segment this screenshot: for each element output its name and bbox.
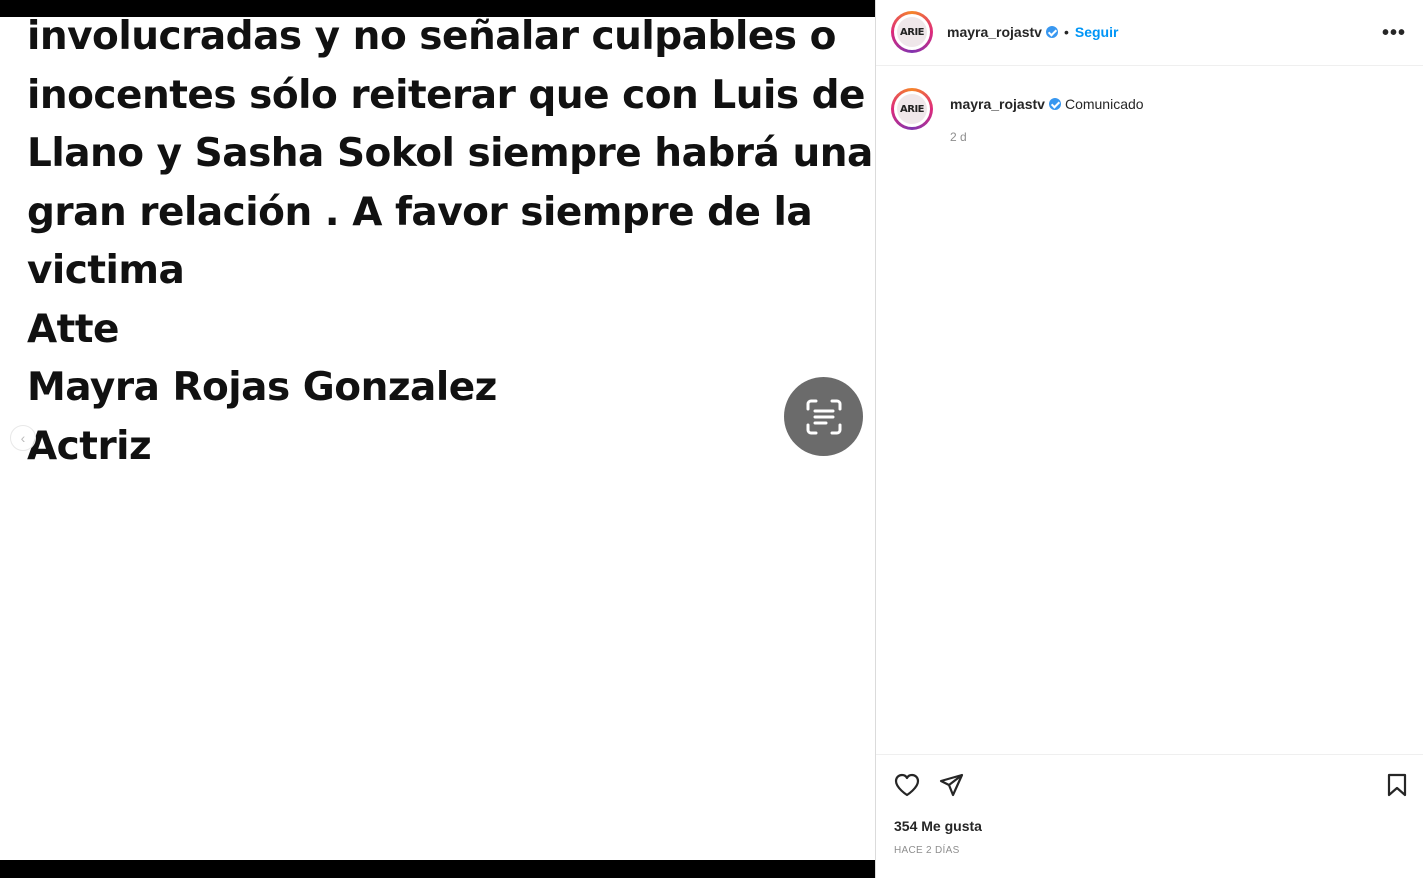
caption: mayra_rojastv Comunicado xyxy=(950,96,1144,112)
heart-icon xyxy=(894,773,920,797)
post-text-line: inocentes sólo reiterar que con Luis de xyxy=(27,72,866,118)
post-text-line: Llano y Sasha Sokol siempre habrá una xyxy=(27,131,873,176)
post-text-line: gran relación . A favor siempre de la xyxy=(27,189,813,235)
caption-avatar[interactable]: ARIE xyxy=(891,88,933,130)
post-text-line: involucradas y no señalar culpables o xyxy=(27,14,836,59)
post-header: ARIE mayra_rojastv • Seguir ••• xyxy=(876,0,1423,66)
share-icon xyxy=(939,773,964,797)
carousel-prev-button[interactable]: ‹ xyxy=(10,425,36,451)
post-text-line: Mayra Rojas Gonzalez xyxy=(27,365,497,410)
more-icon[interactable]: ••• xyxy=(1382,22,1406,45)
post-side-panel: ARIE mayra_rojastv • Seguir ••• ARIE mayra… xyxy=(875,0,1423,878)
chevron-left-icon: ‹ xyxy=(20,430,26,446)
like-button[interactable] xyxy=(894,773,920,802)
avatar-logo: ARIE xyxy=(897,94,927,124)
post-actions: 354 Me gusta HACE 2 DÍAS xyxy=(876,754,1423,878)
post-text-line: Atte xyxy=(27,306,119,352)
save-button[interactable] xyxy=(1386,773,1408,802)
text-lens-button[interactable] xyxy=(784,377,863,456)
post-media: involucradas y no señalar culpables o in… xyxy=(0,0,875,878)
caption-time[interactable]: 2 d xyxy=(950,130,967,144)
separator-dot: • xyxy=(1063,24,1069,40)
header-username[interactable]: mayra_rojastv xyxy=(947,24,1042,40)
post-text-line: victima xyxy=(27,248,185,293)
text-lens-icon xyxy=(806,399,841,434)
likes-count[interactable]: 354 Me gusta xyxy=(894,818,982,834)
caption-username[interactable]: mayra_rojastv xyxy=(950,96,1045,112)
post-text-line: Actriz xyxy=(27,423,152,469)
verified-icon xyxy=(1048,98,1061,110)
avatar-logo: ARIE xyxy=(897,17,927,47)
post-timestamp: HACE 2 DÍAS xyxy=(894,845,960,856)
post-image-text: involucradas y no señalar culpables o in… xyxy=(27,8,873,476)
share-button[interactable] xyxy=(939,773,964,802)
avatar[interactable]: ARIE xyxy=(891,11,933,53)
caption-text: Comunicado xyxy=(1064,96,1144,112)
follow-button[interactable]: Seguir xyxy=(1075,24,1119,40)
media-bottom-bar xyxy=(0,860,875,878)
verified-icon xyxy=(1045,26,1058,38)
bookmark-icon xyxy=(1387,773,1407,797)
